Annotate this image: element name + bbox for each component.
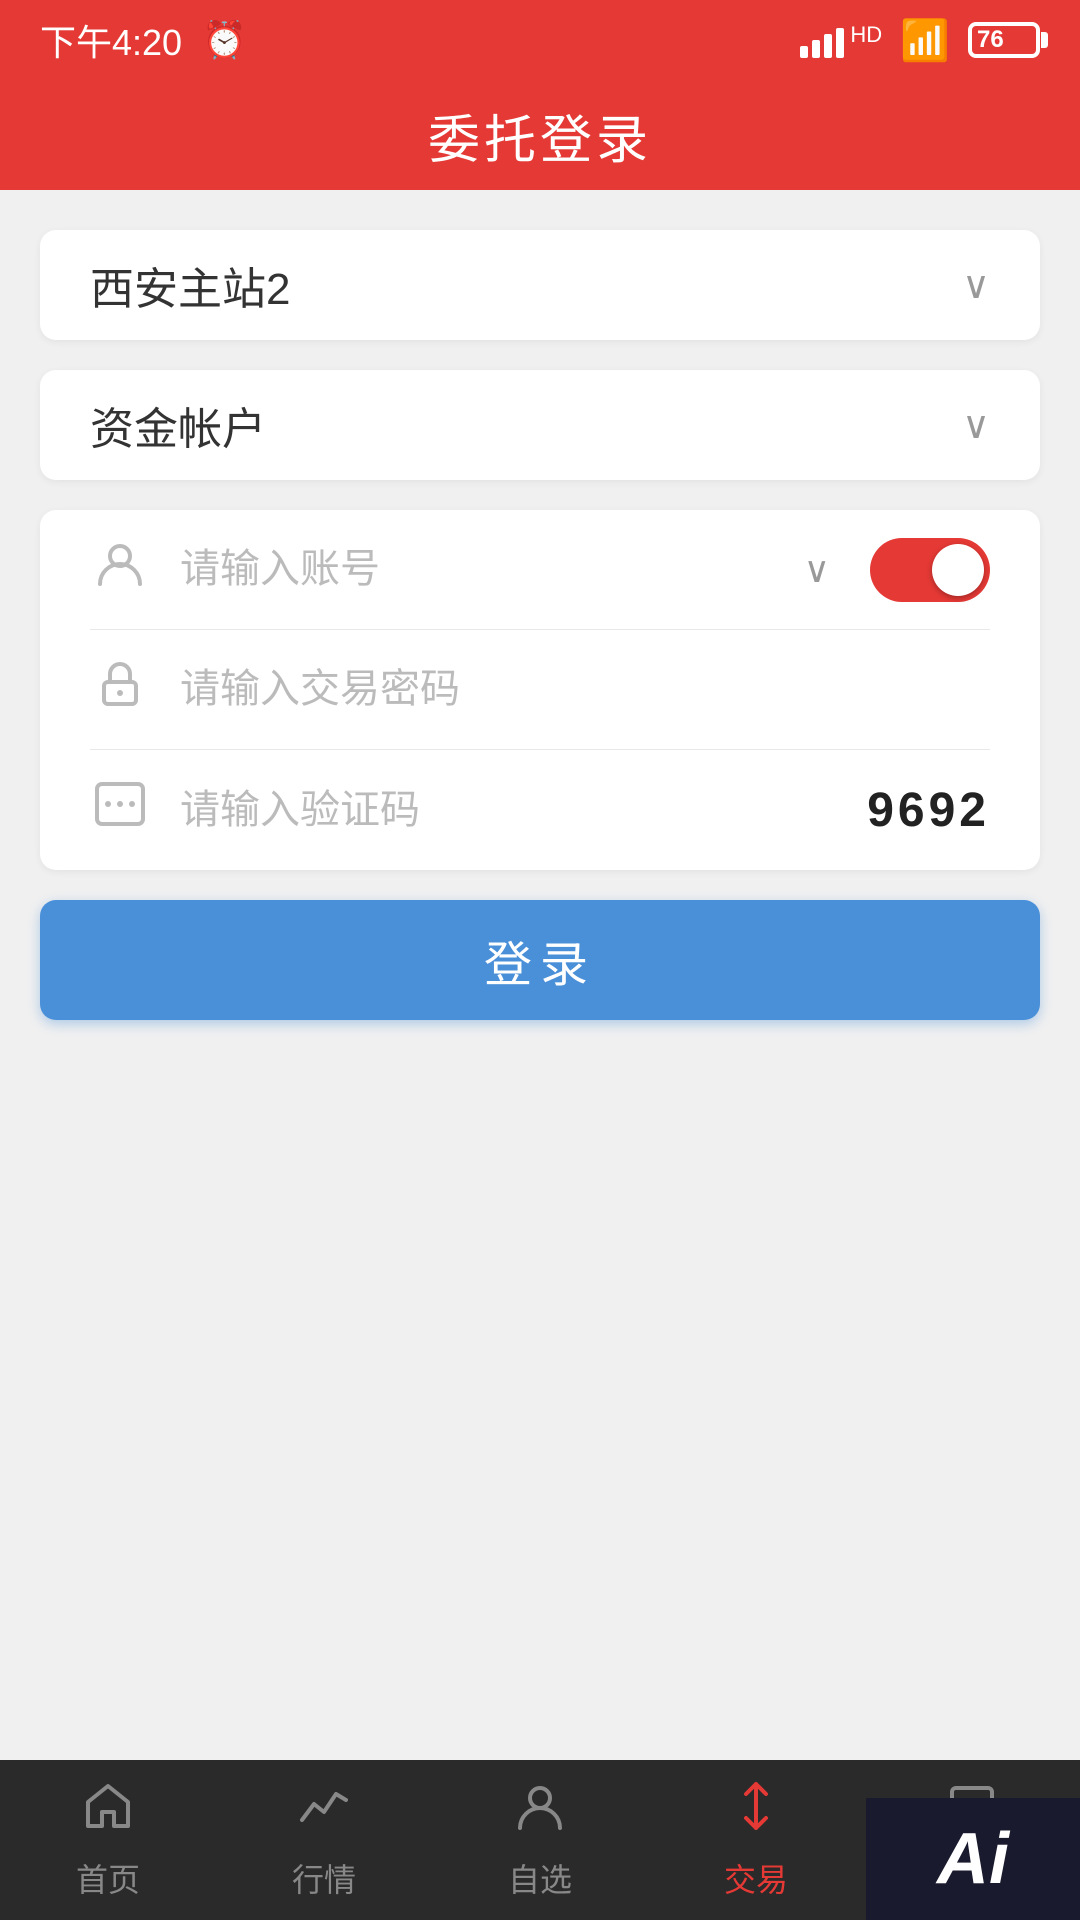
toggle-thumb: [932, 544, 984, 596]
account-type-value: 资金帐户: [90, 393, 266, 457]
alarm-icon: ⏰: [202, 19, 247, 61]
status-left: 下午4:20 ⏰: [40, 14, 247, 66]
account-input[interactable]: [180, 547, 774, 592]
main-content: 西安主站2 ∨ 资金帐户 ∨ ∨: [0, 190, 1080, 1020]
password-row: [90, 630, 990, 750]
account-chevron-icon: ∨: [804, 549, 830, 591]
ai-badge: Ai: [866, 1798, 1080, 1920]
nav-label-trade: 交易: [724, 1855, 788, 1901]
signal-icon: HD: [800, 22, 882, 58]
password-input[interactable]: [180, 667, 990, 712]
watchlist-icon: [514, 1780, 566, 1845]
status-bar: 下午4:20 ⏰ HD 📶 76: [0, 0, 1080, 80]
nav-label-home: 首页: [76, 1855, 140, 1901]
account-type-select[interactable]: 资金帐户 ∨: [40, 370, 1040, 480]
battery-icon: 76: [968, 22, 1040, 58]
status-right: HD 📶 76: [800, 17, 1040, 64]
market-icon: [298, 1780, 350, 1845]
nav-item-trade[interactable]: 交易: [656, 1780, 856, 1901]
header: 委托登录: [0, 80, 1080, 190]
page-title: 委托登录: [428, 98, 652, 173]
server-select[interactable]: 西安主站2 ∨: [40, 230, 1040, 340]
status-time: 下午4:20: [40, 14, 182, 66]
account-row: ∨: [90, 510, 990, 630]
toggle-track: [870, 538, 990, 602]
toggle-switch[interactable]: [870, 538, 990, 602]
server-chevron-icon: ∨: [962, 263, 990, 308]
nav-item-home[interactable]: 首页: [8, 1780, 208, 1901]
nav-item-market[interactable]: 行情: [224, 1780, 424, 1901]
user-icon: [90, 540, 150, 600]
nav-label-market: 行情: [292, 1855, 356, 1901]
lock-icon: [90, 660, 150, 720]
server-select-value: 西安主站2: [90, 253, 290, 317]
home-icon: [82, 1780, 134, 1845]
form-card: ∨: [40, 510, 1040, 870]
trade-icon: [730, 1780, 782, 1845]
captcha-row: 9692: [90, 750, 990, 870]
wifi-icon: 📶: [900, 17, 950, 64]
hd-label: HD: [850, 22, 882, 48]
captcha-icon: [90, 781, 150, 839]
nav-label-watchlist: 自选: [508, 1855, 572, 1901]
captcha-code[interactable]: 9692: [867, 783, 990, 838]
nav-item-watchlist[interactable]: 自选: [440, 1780, 640, 1901]
captcha-input[interactable]: [180, 788, 837, 833]
toggle[interactable]: [870, 538, 990, 602]
ai-badge-text: Ai: [937, 1818, 1009, 1900]
login-button[interactable]: 登录: [40, 900, 1040, 1020]
account-type-chevron-icon: ∨: [962, 403, 990, 448]
battery-level: 76: [977, 26, 1004, 54]
